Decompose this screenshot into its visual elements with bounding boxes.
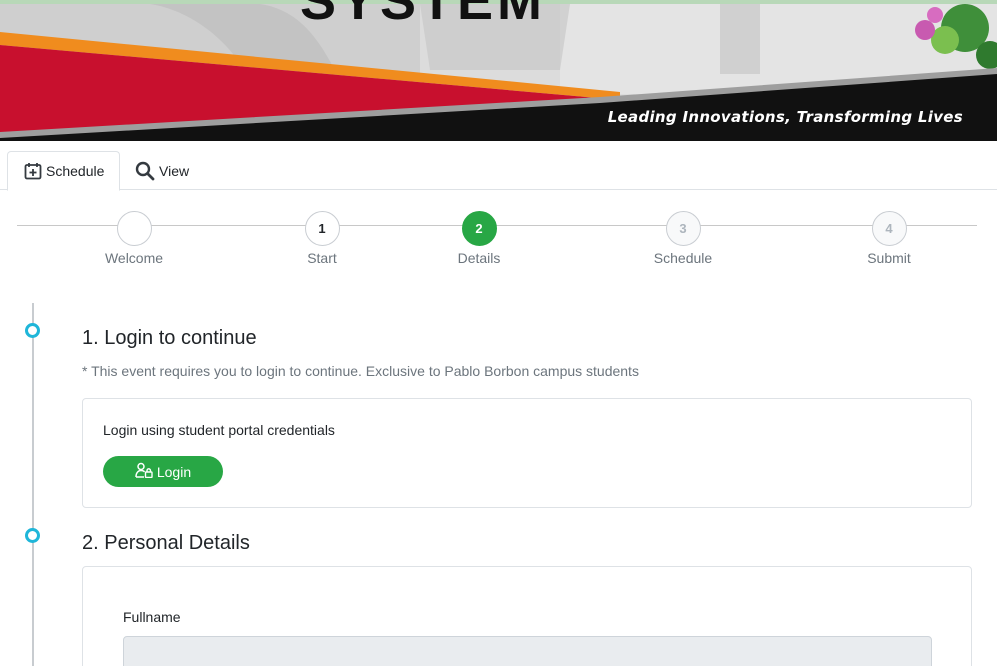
login-button-label: Login bbox=[156, 463, 192, 480]
step-circle: 2 bbox=[461, 211, 497, 246]
progress-stepper: Welcome 1 Start 2 Details 3 Schedule 4 S… bbox=[0, 204, 997, 274]
step-circle bbox=[116, 211, 152, 246]
step-circle: 3 bbox=[665, 211, 701, 246]
tab-schedule-label: Schedule bbox=[46, 163, 105, 179]
header-banner: SYSTEM Leading Innovations, Transforming… bbox=[0, 0, 997, 141]
step-schedule: 3 Schedule bbox=[623, 211, 743, 266]
timeline-line bbox=[32, 303, 34, 666]
banner-title: SYSTEM bbox=[300, 0, 547, 31]
step-circle: 4 bbox=[871, 211, 907, 246]
fullname-label: Fullname bbox=[123, 609, 181, 625]
login-button[interactable]: Login bbox=[103, 456, 223, 487]
step-label: Start bbox=[307, 250, 337, 266]
login-requirement-note: * This event requires you to login to co… bbox=[82, 363, 639, 379]
timeline-dot-login bbox=[25, 323, 40, 338]
login-card: Login using student portal credentials L… bbox=[82, 398, 972, 508]
fullname-input[interactable] bbox=[123, 636, 932, 666]
step-welcome: Welcome bbox=[74, 211, 194, 266]
timeline-dot-personal bbox=[25, 528, 40, 543]
calendar-plus-icon bbox=[24, 162, 42, 180]
tab-view[interactable]: View bbox=[135, 151, 189, 190]
personal-details-card: Fullname bbox=[82, 566, 972, 666]
user-lock-icon bbox=[135, 462, 153, 481]
step-submit: 4 Submit bbox=[829, 211, 949, 266]
step-start: 1 Start bbox=[262, 211, 382, 266]
step-label: Schedule bbox=[653, 250, 713, 266]
tab-view-label: View bbox=[159, 162, 190, 179]
tab-bar: Schedule View bbox=[0, 150, 997, 191]
step-circle: 1 bbox=[304, 211, 340, 246]
step-label: Welcome bbox=[104, 250, 164, 266]
login-section-title: 1. Login to continue bbox=[82, 327, 257, 349]
banner-tagline: Leading Innovations, Transforming Lives bbox=[607, 108, 963, 126]
step-details: 2 Details bbox=[419, 211, 539, 266]
tab-schedule[interactable]: Schedule bbox=[7, 151, 120, 191]
login-card-text: Login using student portal credentials bbox=[103, 422, 335, 438]
search-icon bbox=[135, 161, 155, 181]
personal-section-title: 2. Personal Details bbox=[82, 532, 250, 554]
step-label: Details bbox=[457, 250, 501, 266]
step-label: Submit bbox=[867, 250, 911, 266]
